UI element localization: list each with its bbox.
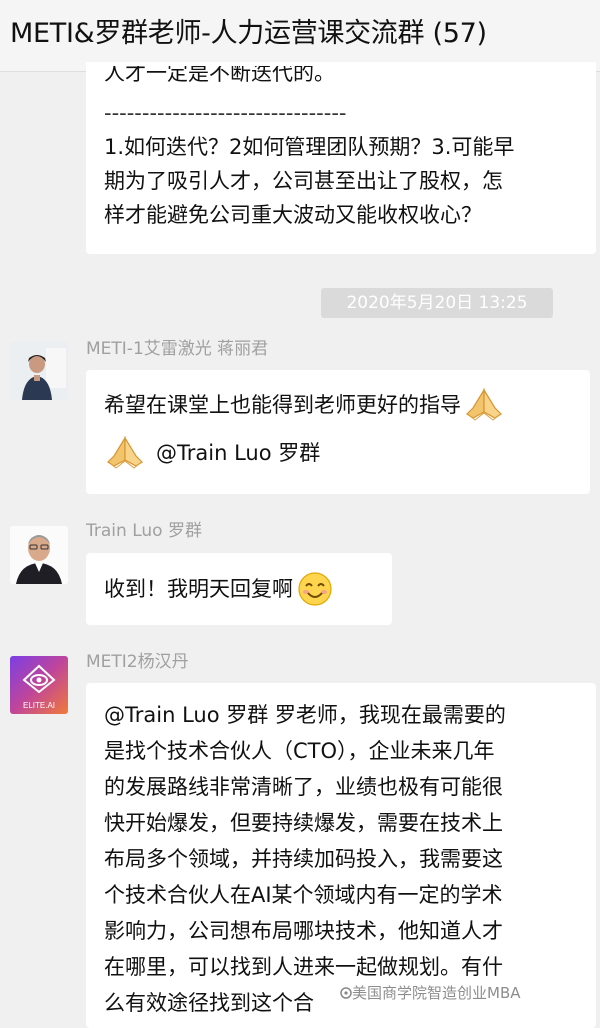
message-line: 期为了吸引人才，公司甚至出让了股权，怎	[104, 169, 503, 193]
sender-name: METI2杨汉丹	[86, 652, 189, 672]
timestamp-chip: 2020年5月20日 13:25	[321, 288, 553, 318]
message-line: 1.如何迭代？2如何管理团队预期？3.可能早	[104, 135, 515, 159]
avatar-sender-2[interactable]	[10, 526, 68, 584]
avatar-sender-1[interactable]	[10, 342, 68, 400]
message-line: 是找个技术合伙人（CTO），企业未来几年	[104, 739, 495, 763]
message-bubble-previous[interactable]: 人才一定是不断迭代的。 ----------------------------…	[86, 62, 596, 254]
person-photo-icon	[10, 342, 68, 400]
message-line: 希望在课堂上也能得到老师更好的指导	[104, 383, 590, 427]
message-line: 样才能避免公司重大波动又能收权收心？	[104, 203, 482, 227]
avatar-logo-text: ELITE.AI	[23, 701, 55, 710]
elite-ai-logo-icon: ELITE.AI	[10, 656, 68, 714]
message-line: 收到！我明天回复啊	[104, 567, 392, 611]
mention-text[interactable]: @Train Luo 罗群	[156, 431, 320, 475]
folded-hands-emoji-icon	[466, 388, 502, 421]
chat-title: METI&罗群老师-人力运营课交流群 (57)	[10, 18, 487, 49]
sender-name: METI-1艾雷激光 蒋丽君	[86, 339, 269, 359]
message-line: 的发展路线非常清晰了，业绩也极有可能很	[104, 775, 503, 799]
message-line: 个技术合伙人在AI某个领域内有一定的学术	[104, 883, 503, 907]
message-bubble[interactable]: 希望在课堂上也能得到老师更好的指导 @Train Luo 罗群	[86, 370, 590, 494]
message-text: 收到！我明天回复啊	[104, 577, 293, 601]
message-line: 快开始爆发，但要持续爆发，需要在技术上	[104, 811, 503, 835]
message-line: @Train Luo 罗群	[104, 431, 590, 475]
message-line: --------------------------------	[104, 101, 347, 125]
folded-hands-emoji-icon	[107, 436, 143, 469]
message-line: @Train Luo 罗群 罗老师，我现在最需要的	[104, 703, 506, 727]
watermark-logo-icon	[340, 987, 352, 999]
watermark-text: 美国商学院智造创业MBA	[352, 984, 521, 1002]
message-line: 影响力，公司想布局哪块技术，他知道人才	[104, 919, 503, 943]
message-bubble[interactable]: @Train Luo 罗群 罗老师，我现在最需要的 是找个技术合伙人（CTO），…	[86, 683, 596, 1028]
message-line: 人才一定是不断迭代的。	[104, 66, 335, 85]
person-photo-icon	[10, 526, 68, 584]
avatar-sender-3[interactable]: ELITE.AI	[10, 656, 68, 714]
message-text: 希望在课堂上也能得到老师更好的指导	[104, 393, 461, 417]
message-line: 布局多个领域，并持续加码投入，我需要这	[104, 847, 503, 871]
smiling-face-emoji-icon	[298, 572, 332, 606]
sender-name: Train Luo 罗群	[86, 521, 202, 541]
message-bubble[interactable]: 收到！我明天回复啊	[86, 553, 392, 625]
